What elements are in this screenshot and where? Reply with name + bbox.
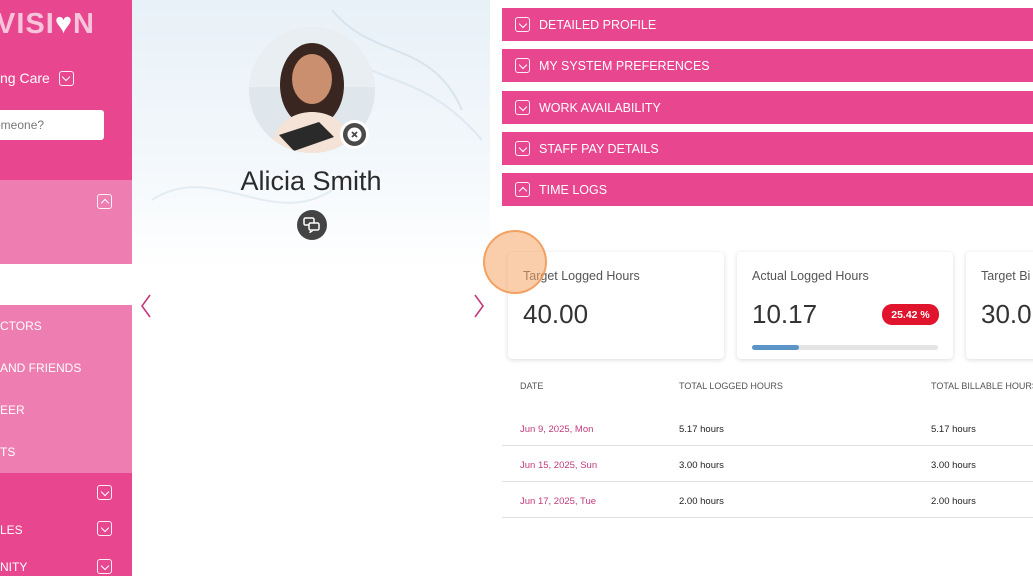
click-indicator xyxy=(483,230,547,294)
row-logged-hours: 5.17 hours xyxy=(679,424,724,435)
stat-card-target-billable: Target Bi 30.0 xyxy=(966,252,1033,359)
sidebar: VISI♥N ng Care CTORS AND FRIENDS EER TS … xyxy=(0,0,132,576)
sidebar-item-active[interactable] xyxy=(0,264,132,305)
row-logged-hours: 2.00 hours xyxy=(679,496,724,507)
column-header-logged-hours[interactable]: TOTAL LOGGED HOURS xyxy=(679,381,783,391)
card-title: Target Bi xyxy=(981,269,1031,283)
accordion-label: STAFF PAY DETAILS xyxy=(539,141,659,156)
row-billable-hours: 2.00 hours xyxy=(931,496,976,507)
row-date-link[interactable]: Jun 17, 2025, Tue xyxy=(520,496,596,507)
stat-card-actual-logged: Actual Logged Hours 10.17 25.42 % xyxy=(737,252,953,359)
brand-logo[interactable]: VISI♥N xyxy=(0,8,95,41)
chevron-down-icon xyxy=(515,17,530,32)
remove-avatar-button[interactable] xyxy=(340,120,369,149)
chevron-down-icon[interactable] xyxy=(97,485,112,500)
row-logged-hours: 3.00 hours xyxy=(679,460,724,471)
card-value: 10.17 xyxy=(752,299,818,329)
chevron-up-icon[interactable] xyxy=(97,194,112,209)
chevron-down-icon xyxy=(515,58,530,73)
chat-bubbles-icon xyxy=(303,217,320,233)
row-date-link[interactable]: Jun 9, 2025, Mon xyxy=(520,424,593,435)
chevron-right-icon[interactable] xyxy=(472,292,486,320)
accordion-label: DETAILED PROFILE xyxy=(539,17,657,32)
heart-icon: ♥ xyxy=(54,8,74,40)
logo-text-right: N xyxy=(73,8,95,40)
search-input[interactable] xyxy=(0,110,104,140)
row-date-link[interactable]: Jun 15, 2025, Sun xyxy=(520,460,597,471)
close-circle-icon xyxy=(347,127,362,142)
column-header-date[interactable]: DATE xyxy=(520,381,543,391)
row-billable-hours: 3.00 hours xyxy=(931,460,976,471)
accordion-label: MY SYSTEM PREFERENCES xyxy=(539,58,710,73)
chevron-down-icon[interactable] xyxy=(97,521,112,536)
chevron-down-icon xyxy=(515,100,530,115)
card-title: Actual Logged Hours xyxy=(752,269,869,283)
chevron-down-icon xyxy=(58,70,74,86)
organization-selector[interactable]: ng Care xyxy=(0,68,74,88)
accordion-work-availability[interactable]: WORK AVAILABILITY xyxy=(502,91,1033,124)
chevron-left-icon[interactable] xyxy=(139,292,153,320)
progress-bar-fill xyxy=(752,345,800,350)
table-row: Jun 15, 2025, Sun 3.00 hours 3.00 hours xyxy=(502,446,1033,482)
card-value: 30.0 xyxy=(981,299,1032,329)
logo-text-left: VISI xyxy=(0,8,55,40)
accordion-detailed-profile[interactable]: DETAILED PROFILE xyxy=(502,8,1033,41)
column-header-billable-hours[interactable]: TOTAL BILLABLE HOURS xyxy=(931,381,1033,391)
sidebar-item-ts[interactable]: TS xyxy=(0,445,15,459)
sidebar-item-contractors[interactable]: CTORS xyxy=(0,319,42,333)
sidebar-item-les[interactable]: LES xyxy=(0,523,23,537)
table-row: Jun 9, 2025, Mon 5.17 hours 5.17 hours xyxy=(502,410,1033,446)
accordion-label: WORK AVAILABILITY xyxy=(539,100,661,115)
accordion-label: TIME LOGS xyxy=(539,182,608,197)
table-row: Jun 17, 2025, Tue 2.00 hours 2.00 hours xyxy=(502,482,1033,518)
sidebar-item-family-friends[interactable]: AND FRIENDS xyxy=(0,361,81,375)
chevron-up-icon xyxy=(515,182,530,197)
accordion-system-preferences[interactable]: MY SYSTEM PREFERENCES xyxy=(502,49,1033,82)
organization-label: ng Care xyxy=(0,70,50,86)
card-value: 40.00 xyxy=(523,299,589,329)
sidebar-item-nity[interactable]: NITY xyxy=(0,560,27,574)
chevron-down-icon[interactable] xyxy=(97,559,112,574)
profile-name: Alicia Smith xyxy=(240,166,382,196)
chat-button[interactable] xyxy=(297,210,327,240)
chevron-down-icon xyxy=(515,141,530,156)
accordion-staff-pay-details[interactable]: STAFF PAY DETAILS xyxy=(502,132,1033,165)
app-root: VISI♥N ng Care CTORS AND FRIENDS EER TS … xyxy=(0,0,1033,576)
sidebar-item-career[interactable]: EER xyxy=(0,403,25,417)
row-billable-hours: 5.17 hours xyxy=(931,424,976,435)
accordion-time-logs[interactable]: TIME LOGS xyxy=(502,173,1033,206)
percentage-badge: 25.42 % xyxy=(882,304,939,325)
progress-bar xyxy=(752,345,938,350)
